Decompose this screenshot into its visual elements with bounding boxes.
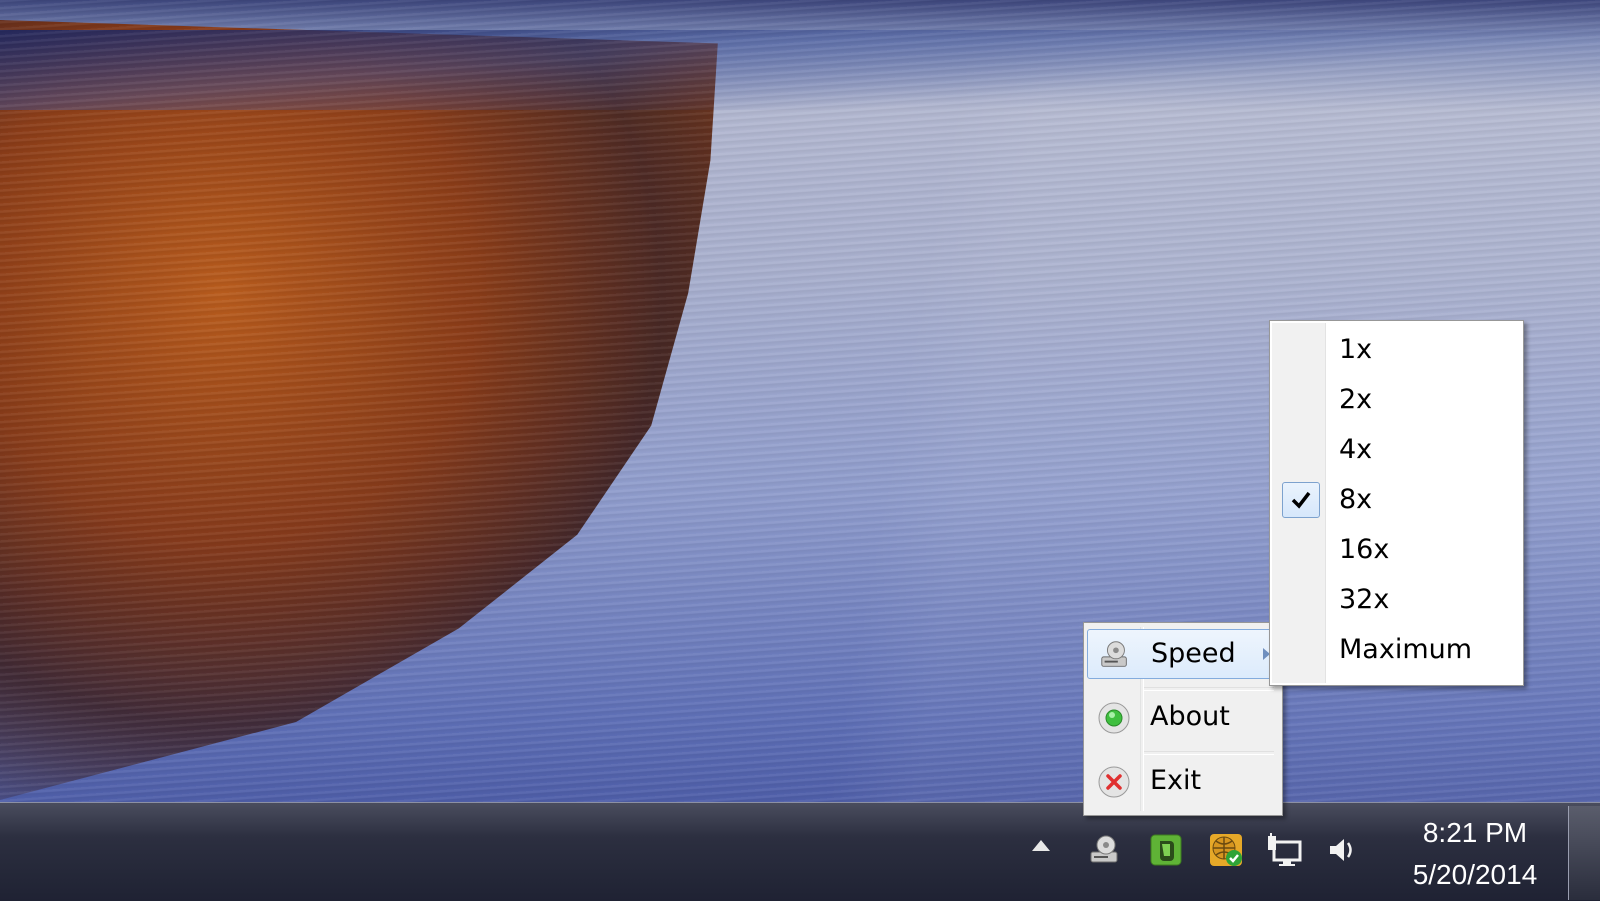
show-desktop-button[interactable] [1568,806,1600,900]
network-monitor-icon[interactable] [1264,830,1304,870]
speed-option-label: 32x [1339,584,1390,615]
menu-item-label: About [1150,701,1230,732]
green-circle-icon [1097,701,1131,735]
speed-option-label: 8x [1339,484,1373,515]
menu-item-speed[interactable]: Speed [1087,629,1277,679]
clock-date: 5/20/2014 [1412,859,1538,890]
speed-option-label: Maximum [1339,634,1473,665]
evernote-icon[interactable] [1146,830,1186,870]
speed-option-2x[interactable]: 2x [1272,375,1520,425]
tray-context-menu: Speed About Exit [1083,622,1283,816]
speed-option-label: 16x [1339,534,1390,565]
menu-separator [1144,751,1274,755]
checkmark-icon [1282,482,1320,518]
speed-option-maximum[interactable]: Maximum [1272,625,1520,675]
speed-option-32x[interactable]: 32x [1272,575,1520,625]
speed-option-16x[interactable]: 16x [1272,525,1520,575]
clock-time: 8:21 PM [1422,817,1528,848]
show-hidden-icons-arrow-icon[interactable] [1032,840,1050,851]
speed-option-4x[interactable]: 4x [1272,425,1520,475]
red-x-icon [1097,765,1131,799]
menu-item-about[interactable]: About [1087,693,1277,743]
menu-separator [1144,687,1274,691]
speed-option-label: 2x [1339,384,1373,415]
tray-speed-app-icon[interactable] [1084,830,1124,870]
speed-submenu: 1x 2x 4x 8x 16x 32x Maximum [1269,320,1524,686]
speed-app-icon [1098,638,1132,672]
speed-option-label: 1x [1339,334,1373,365]
menu-item-label: Speed [1151,638,1236,669]
menu-item-exit[interactable]: Exit [1087,757,1277,807]
network-globe-check-icon[interactable] [1206,830,1246,870]
tray-clock[interactable]: 8:21 PM 5/20/2014 [1400,812,1550,896]
volume-icon[interactable] [1322,830,1362,870]
menu-item-label: Exit [1150,765,1202,796]
speed-option-label: 4x [1339,434,1373,465]
speed-option-8x[interactable]: 8x [1272,475,1520,525]
speed-option-1x[interactable]: 1x [1272,325,1520,375]
